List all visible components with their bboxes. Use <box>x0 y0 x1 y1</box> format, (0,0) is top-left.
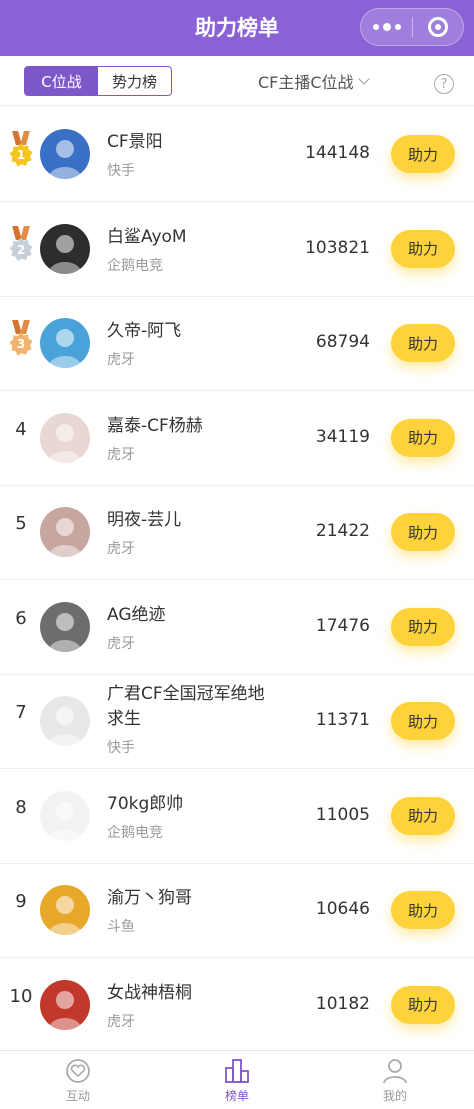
top-bar: 助力榜单 <box>0 0 474 56</box>
more-icon[interactable] <box>361 9 412 45</box>
support-button[interactable]: 助力 <box>391 418 455 457</box>
ranking-type-switch: C位战 势力榜 <box>24 66 172 96</box>
streamer-name: 明夜-芸儿 <box>107 510 182 530</box>
rank-number: 8 <box>15 796 27 818</box>
avatar[interactable] <box>40 507 90 557</box>
ranking-row: 7 广君CF全国冠军绝地求生快手 11371 助力 <box>0 674 474 769</box>
platform-label: 企鹅电竞 <box>107 824 163 841</box>
close-icon[interactable] <box>413 9 463 45</box>
platform-label: 虎牙 <box>107 1013 135 1030</box>
ranking-row: 8 70kg郎帅企鹅电竞 11005 助力 <box>0 769 474 864</box>
support-button[interactable]: 助力 <box>391 607 455 646</box>
tab-interact-label: 互动 <box>65 1089 90 1103</box>
rank-number: 7 <box>15 702 27 723</box>
ranking-row: 5 明夜-芸儿虎牙 21422 助力 <box>0 485 474 580</box>
streamer-name: AG绝迹 <box>107 604 166 625</box>
help-icon[interactable]: ? <box>434 74 454 94</box>
avatar[interactable] <box>40 885 90 935</box>
rank-number: 3 <box>9 332 33 356</box>
avatar[interactable] <box>40 318 90 368</box>
avatar[interactable] <box>40 412 90 463</box>
rank-number: 5 <box>15 513 27 534</box>
miniprogram-capsule <box>360 8 464 46</box>
streamer-name: 嘉泰-CF杨赫 <box>107 415 203 436</box>
ranking-row: 10 女战神梧桐虎牙 10182 助力 <box>0 958 474 1053</box>
streamer-name: 久帝-阿飞 <box>107 321 182 341</box>
tab-mine[interactable]: 我的 <box>355 1057 435 1107</box>
avatar[interactable] <box>40 601 90 652</box>
support-score: 34119 <box>315 426 370 447</box>
support-button[interactable]: 助力 <box>391 796 455 835</box>
support-button[interactable]: 助力 <box>391 513 455 551</box>
category-dropdown[interactable]: CF主播C位战 <box>258 70 370 92</box>
tab-mine-label: 我的 <box>382 1089 407 1103</box>
ranking-row: 1 CF景阳快手 144148 助力 <box>0 107 474 202</box>
avatar[interactable] <box>40 223 90 274</box>
ranking-icon <box>222 1057 252 1085</box>
rank-number: 10 <box>9 985 33 1007</box>
bronze-medal-icon: 3 <box>8 320 34 364</box>
support-button[interactable]: 助力 <box>391 324 455 362</box>
tab-interact[interactable]: 互动 <box>38 1057 118 1107</box>
ranking-row: 6 AG绝迹虎牙 17476 助力 <box>0 580 474 675</box>
rank-number: 9 <box>15 891 27 912</box>
platform-label: 快手 <box>107 740 135 756</box>
support-score: 17476 <box>315 615 370 636</box>
avatar[interactable] <box>40 790 90 841</box>
avatar[interactable] <box>40 129 90 179</box>
streamer-name: 女战神梧桐 <box>107 982 192 1003</box>
rank-number: 1 <box>9 143 33 167</box>
avatar[interactable] <box>40 979 90 1030</box>
support-button[interactable]: 助力 <box>391 702 455 740</box>
streamer-name: 白鲨AyoM <box>107 226 187 247</box>
bottom-tab-bar: 互动 榜单 我的 <box>0 1050 474 1109</box>
support-score: 11005 <box>315 804 370 825</box>
streamer-name: 70kg郎帅 <box>107 793 184 814</box>
platform-label: 企鹅电竞 <box>107 257 163 274</box>
gold-medal-icon: 1 <box>8 131 34 175</box>
support-score: 21422 <box>315 521 370 541</box>
ranking-row: 4 嘉泰-CF杨赫虎牙 34119 助力 <box>0 391 474 486</box>
support-score: 10646 <box>315 899 370 919</box>
platform-label: 虎牙 <box>107 635 135 652</box>
tab-c-position[interactable]: C位战 <box>25 67 98 95</box>
avatar[interactable] <box>40 696 90 746</box>
chevron-down-icon <box>357 72 370 85</box>
streamer-name: 广君CF全国冠军绝地求生 <box>107 684 265 729</box>
support-score: 11371 <box>315 710 370 730</box>
user-icon <box>380 1057 410 1085</box>
streamer-name: 渝万丶狗哥 <box>107 888 192 908</box>
support-score: 103821 <box>305 237 370 258</box>
ranking-row: 2 白鲨AyoM 企鹅电竞 103821 助力 <box>0 202 474 297</box>
tab-power-ranking[interactable]: 势力榜 <box>98 67 171 95</box>
platform-label: 斗鱼 <box>107 919 135 935</box>
tab-ranking[interactable]: 榜单 <box>197 1057 277 1107</box>
silver-medal-icon: 2 <box>8 226 34 270</box>
support-button[interactable]: 助力 <box>391 985 455 1024</box>
support-button[interactable]: 助力 <box>391 135 455 173</box>
ranking-row: 3 久帝-阿飞虎牙 68794 助力 <box>0 296 474 391</box>
rank-number: 4 <box>15 418 27 440</box>
ranking-row: 9 渝万丶狗哥斗鱼 10646 助力 <box>0 863 474 958</box>
category-dropdown-label: CF主播C位战 <box>258 73 354 92</box>
rank-number: 2 <box>9 237 33 262</box>
support-button[interactable]: 助力 <box>391 229 455 268</box>
platform-label: 虎牙 <box>107 541 135 557</box>
support-button[interactable]: 助力 <box>391 891 455 929</box>
platform-label: 虎牙 <box>107 446 135 463</box>
filter-bar: C位战 势力榜 CF主播C位战 ? <box>0 56 474 106</box>
platform-label: 快手 <box>107 163 135 179</box>
platform-label: 虎牙 <box>107 352 135 368</box>
streamer-name: CF景阳 <box>107 132 163 152</box>
tab-ranking-label: 榜单 <box>224 1089 249 1103</box>
support-score: 68794 <box>315 332 370 352</box>
interact-icon <box>63 1057 93 1085</box>
support-score: 144148 <box>305 143 370 163</box>
rank-number: 6 <box>15 607 27 629</box>
support-score: 10182 <box>315 993 370 1014</box>
